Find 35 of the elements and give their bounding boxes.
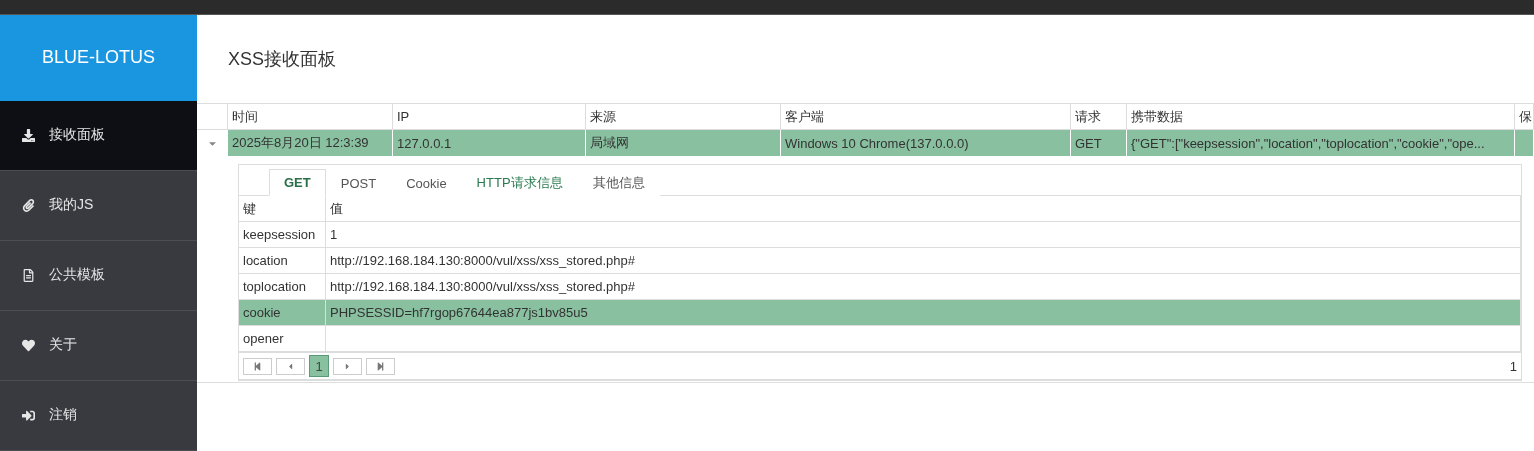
page-title: XSS接收面板 — [227, 48, 338, 71]
file-icon — [22, 268, 35, 282]
table-cell: location — [239, 248, 326, 274]
table-cell — [1515, 130, 1534, 156]
tab[interactable]: GET — [269, 169, 326, 196]
table-cell: toplocation — [239, 274, 326, 300]
table-cell: 2025年8月20日 12:3:39 — [228, 130, 393, 156]
first-page-button[interactable] — [243, 357, 272, 375]
table-cell: GET — [1071, 130, 1127, 156]
first-page-icon — [253, 361, 262, 371]
table-cell: {"GET":["keepsession","location","toplocation","cookie","ope... — [1127, 130, 1515, 156]
logout-icon — [22, 408, 35, 422]
column-header: 键 — [239, 196, 326, 222]
page-number-button[interactable]: 1 — [309, 355, 329, 377]
sidebar-item[interactable]: 接收面板 — [0, 100, 197, 171]
table-cell: opener — [239, 326, 326, 352]
pager-info: 1 — [1509, 358, 1517, 374]
table-cell: 127.0.0.1 — [393, 130, 586, 156]
previous-icon — [286, 361, 295, 371]
column-header: 值 — [326, 196, 1521, 222]
table-cell: 局域网 — [586, 130, 781, 156]
last-page-button[interactable] — [366, 357, 395, 375]
table-cell: Windows 10 Chrome(137.0.0.0) — [781, 130, 1071, 156]
table-cell: keepsession — [239, 222, 326, 248]
table-cell: http://192.168.184.130:8000/vul/xss/xss_stored.php# — [326, 274, 1521, 300]
table-cell: cookie — [239, 300, 326, 326]
table-cell: 1 — [326, 222, 1521, 248]
table-cell: PHPSESSID=hf7rgop67644ea877js1bv85u5 — [326, 300, 1521, 326]
next-icon — [343, 361, 352, 371]
heart-icon — [22, 338, 35, 352]
brand-logo: BLUE-LOTUS — [0, 15, 197, 101]
table-cell: http://192.168.184.130:8000/vul/xss/xss_stored.php# — [326, 248, 1521, 274]
download-icon — [22, 128, 35, 142]
last-page-icon — [376, 361, 385, 371]
paperclip-icon — [22, 198, 35, 212]
